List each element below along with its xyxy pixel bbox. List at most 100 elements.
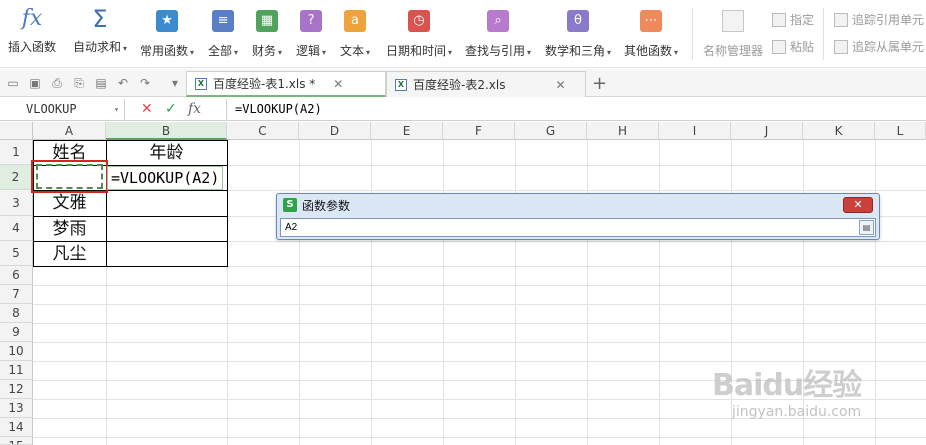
trace-dependents-label: 追踪从属单元 [852, 40, 925, 54]
grid-line [33, 323, 926, 324]
lookup-reference-button[interactable]: ⌕ 查找与引用 ▾ [465, 6, 531, 62]
other-functions-button[interactable]: ⋯ 其他函数 ▾ [624, 6, 678, 62]
confirm-formula-icon[interactable]: ✓ [165, 99, 177, 120]
save-icon[interactable]: ▣ [28, 76, 42, 90]
row-header-1[interactable]: 1 [0, 140, 33, 165]
row-header-13[interactable]: 13 [0, 399, 33, 418]
list-function-icon: ≡ [212, 10, 235, 32]
specify-button[interactable]: 指定 [772, 11, 814, 28]
dialog-reference-input[interactable]: A2 [280, 218, 876, 237]
column-header-l[interactable]: L [875, 122, 926, 140]
close-icon[interactable]: ✕ [555, 78, 565, 92]
insert-function-button[interactable]: fx 插入函数 [8, 6, 56, 62]
trace-precedents-icon [834, 12, 848, 27]
folder-icon[interactable]: ▭ [6, 76, 20, 90]
insert-function-fx-icon[interactable]: fx [188, 99, 201, 120]
clock-icon: ◷ [408, 10, 431, 32]
row-header-12[interactable]: 12 [0, 380, 33, 399]
theta-icon: θ [567, 10, 590, 32]
column-header-h[interactable]: H [587, 122, 659, 140]
row-header-8[interactable]: 8 [0, 304, 33, 323]
finance-button[interactable]: ▦ 财务 ▾ [252, 6, 282, 62]
ribbon-toolbar: fx 插入函数 Σ 自动求和 ▾ ★ 常用函数 ▾ ≡ 全部 ▾ ▦ 财务 ▾ ? 逻辑… [0, 0, 926, 68]
cell-a5[interactable]: 凡尘 [33, 242, 106, 266]
name-manager-icon [722, 10, 744, 32]
redo-icon[interactable]: ↷ [138, 76, 152, 90]
logic-label: 逻辑 [296, 44, 321, 58]
datetime-label: 日期和时间 [386, 44, 447, 58]
print-preview-icon[interactable]: ⎙ [50, 76, 64, 90]
star-function-icon: ★ [156, 10, 179, 32]
name-manager-label: 名称管理器 [703, 44, 764, 58]
row-header-15[interactable]: 15 [0, 437, 33, 445]
paste-button[interactable]: 粘贴 [772, 38, 814, 55]
select-all-corner[interactable] [0, 122, 33, 140]
print-icon[interactable]: ⎘ [72, 76, 86, 90]
row-header-5[interactable]: 5 [0, 241, 33, 266]
trace-precedents-button[interactable]: 追踪引用单元 [834, 11, 924, 28]
all-functions-button[interactable]: ≡ 全部 ▾ [208, 6, 238, 62]
row-header-9[interactable]: 9 [0, 323, 33, 342]
tab-document-2[interactable]: X 百度经验-表2.xls ✕ [386, 71, 586, 97]
column-header-g[interactable]: G [515, 122, 587, 140]
column-header-d[interactable]: D [299, 122, 371, 140]
row-header-10[interactable]: 10 [0, 342, 33, 361]
question-icon: ? [300, 10, 323, 32]
function-arguments-dialog: S 函数参数 ✕ A2 ▤ [276, 193, 880, 240]
math-trig-label: 数学和三角 [545, 44, 606, 58]
name-manager-button[interactable]: 名称管理器 [703, 6, 763, 62]
document-tab-bar: ▭ ▣ ⎙ ⎘ ▤ ↶ ↷ ▾ X 百度经验-表1.xls * ✕ X 百度经验… [0, 69, 926, 97]
datetime-button[interactable]: ◷ 日期和时间 ▾ [386, 6, 452, 62]
logic-button[interactable]: ? 逻辑 ▾ [296, 6, 326, 62]
column-header-e[interactable]: E [371, 122, 443, 140]
cell-a2-highlight[interactable] [31, 160, 108, 193]
text-functions-button[interactable]: a 文本 ▾ [340, 6, 370, 62]
cell-a4[interactable]: 梦雨 [33, 217, 106, 241]
cell-b2-formula-editor[interactable]: =VLOOKUP(A2) [107, 166, 224, 190]
chevron-down-icon[interactable]: ▾ [114, 99, 119, 120]
row-header-7[interactable]: 7 [0, 285, 33, 304]
column-header-j[interactable]: J [731, 122, 803, 140]
cell-b1[interactable]: 年龄 [106, 141, 227, 165]
grid-dots-icon: ⋯ [640, 10, 663, 32]
row-header-2[interactable]: 2 [0, 165, 33, 190]
column-header-f[interactable]: F [443, 122, 515, 140]
formula-bar: VLOOKUP ▾ ✕ ✓ fx =VLOOKUP(A2) [0, 98, 926, 121]
column-header-b[interactable]: B [106, 122, 227, 140]
column-header-k[interactable]: K [803, 122, 875, 140]
cancel-formula-icon[interactable]: ✕ [141, 99, 153, 120]
trace-dependents-button[interactable]: 追踪从属单元 [834, 38, 924, 55]
row-header-14[interactable]: 14 [0, 418, 33, 437]
undo-icon[interactable]: ↶ [116, 76, 130, 90]
dialog-title-bar[interactable]: S 函数参数 [277, 194, 879, 216]
grid-line [33, 304, 926, 305]
row-header-6[interactable]: 6 [0, 266, 33, 285]
row-header-4[interactable]: 4 [0, 216, 33, 241]
column-header-c[interactable]: C [227, 122, 299, 140]
watermark-sub-text: jingyan.baidu.com [732, 404, 862, 420]
grid-line [33, 342, 926, 343]
math-trig-button[interactable]: θ 数学和三角 ▾ [545, 6, 611, 62]
new-tab-plus-icon[interactable]: + [592, 73, 607, 94]
autosum-button[interactable]: Σ 自动求和 ▾ [73, 6, 127, 62]
common-functions-button[interactable]: ★ 常用函数 ▾ [140, 6, 194, 62]
text-label: 文本 [340, 44, 365, 58]
format-icon[interactable]: ▤ [94, 76, 108, 90]
cell-a3[interactable]: 文雅 [33, 191, 106, 216]
tab-document-1[interactable]: X 百度经验-表1.xls * ✕ [186, 71, 386, 97]
row-header-3[interactable]: 3 [0, 190, 33, 216]
common-functions-label: 常用函数 [140, 44, 189, 58]
close-icon[interactable]: ✕ [333, 77, 343, 91]
finance-label: 财务 [252, 44, 277, 58]
expand-dialog-icon[interactable]: ▤ [859, 220, 874, 235]
chevron-down-icon[interactable]: ▾ [168, 76, 182, 90]
fx-icon: fx [21, 6, 43, 31]
chevron-down-icon: ▾ [278, 48, 283, 57]
column-header-i[interactable]: I [659, 122, 731, 140]
formula-input[interactable]: =VLOOKUP(A2) [226, 99, 322, 120]
column-header-a[interactable]: A [33, 122, 106, 140]
name-box[interactable]: VLOOKUP ▾ [0, 99, 125, 120]
dialog-close-button[interactable]: ✕ [843, 197, 873, 213]
row-header-11[interactable]: 11 [0, 361, 33, 380]
chevron-down-icon: ▾ [123, 44, 128, 53]
